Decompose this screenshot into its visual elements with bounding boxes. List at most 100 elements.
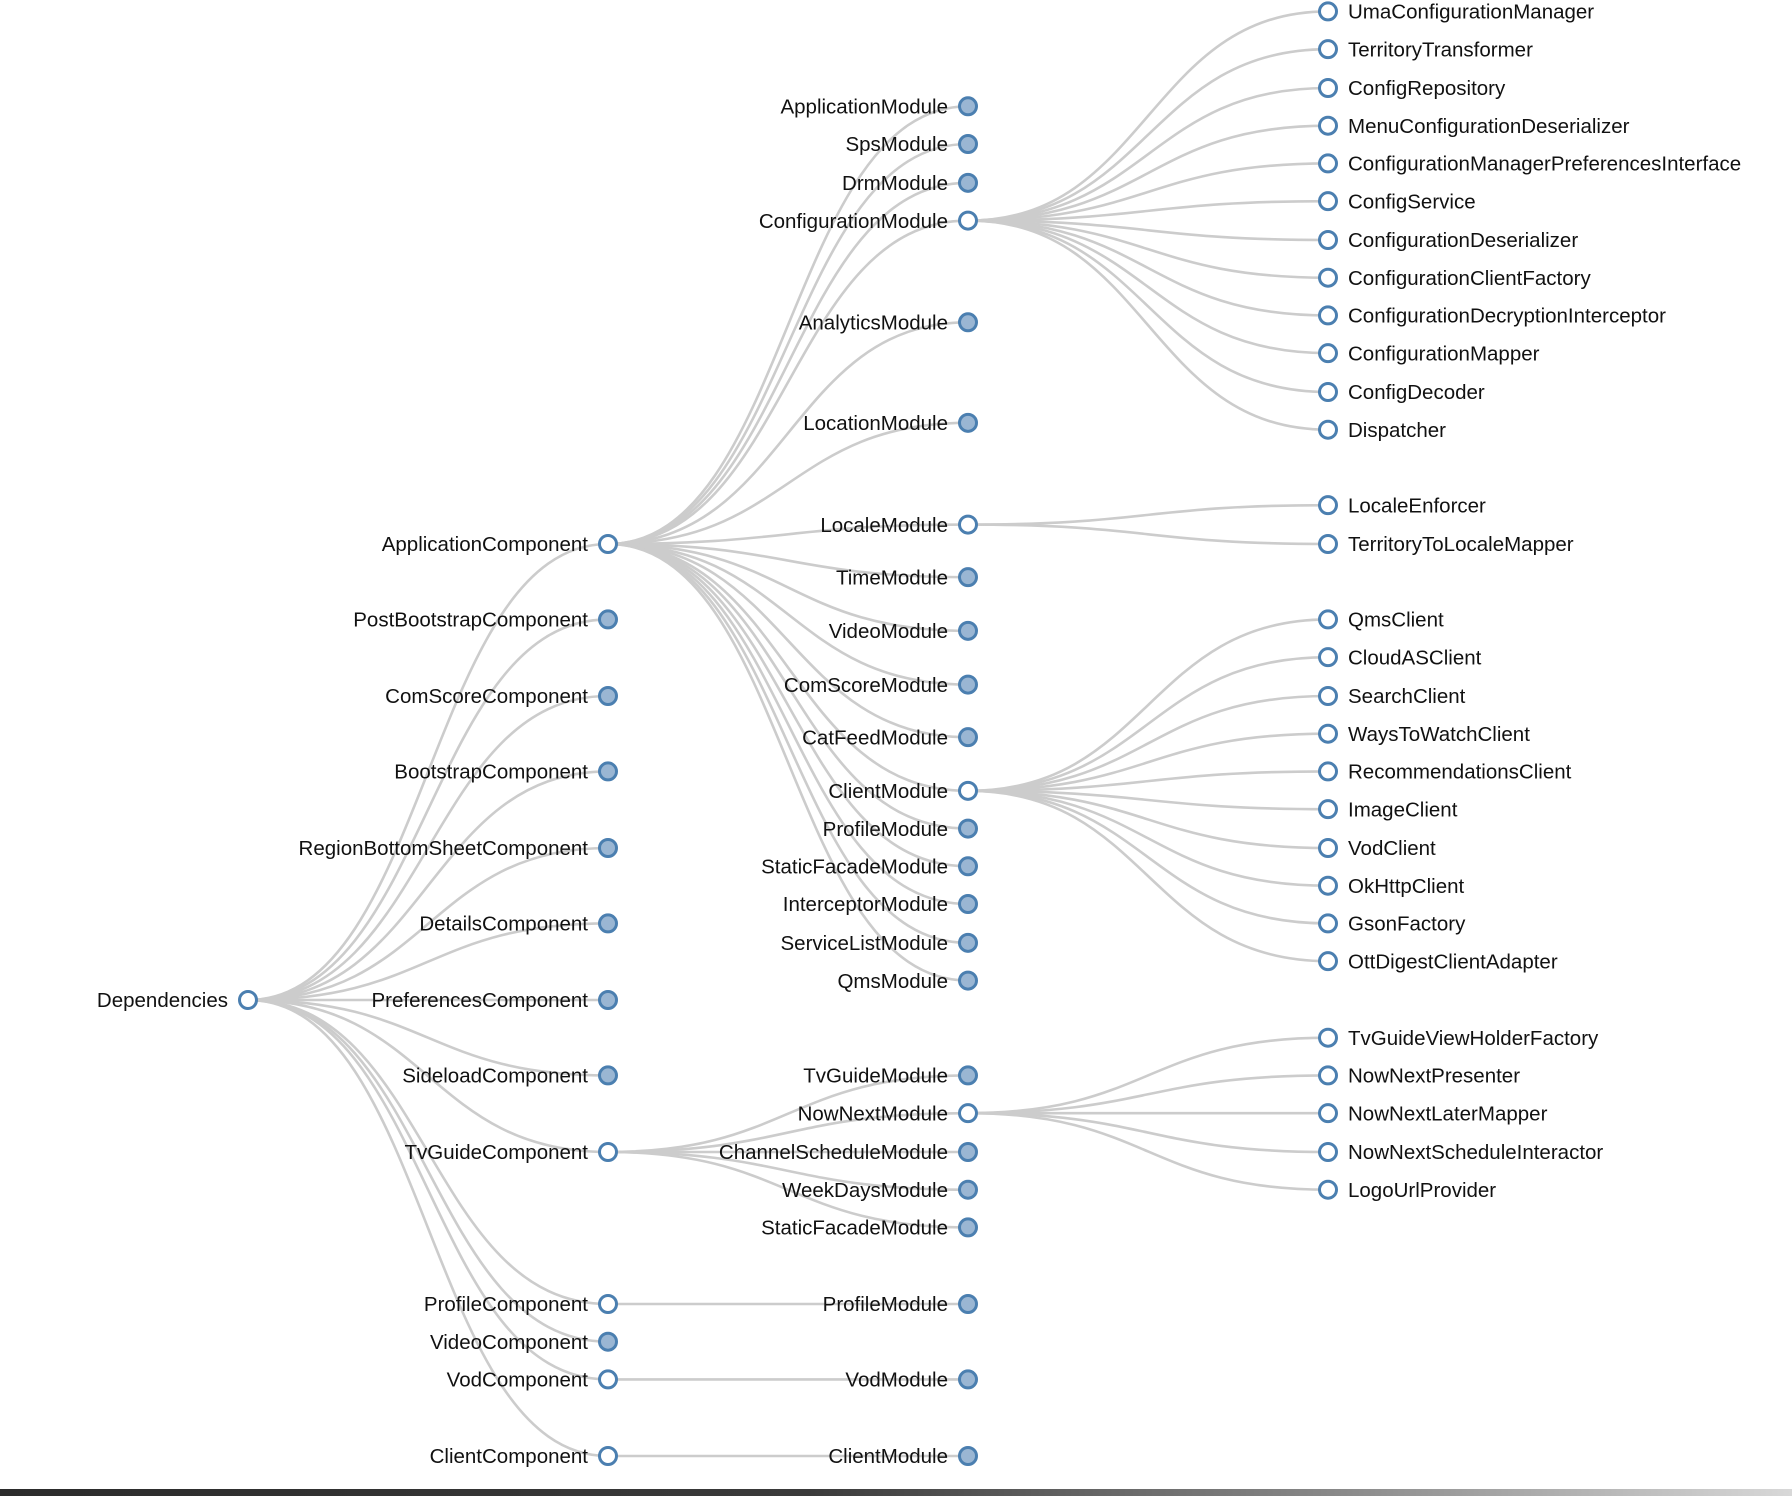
expanded-node-icon[interactable] (1318, 230, 1338, 250)
expanded-node-icon[interactable] (1318, 534, 1338, 554)
collapsed-node-icon[interactable] (958, 1142, 978, 1162)
expanded-node-icon[interactable] (238, 990, 258, 1010)
expanded-node-icon[interactable] (1318, 305, 1338, 326)
expanded-node-icon[interactable] (1318, 1065, 1338, 1086)
tree-node-uma-configuration-manager[interactable]: UmaConfigurationManager (1318, 1, 1595, 24)
collapsed-node-icon[interactable] (598, 838, 618, 858)
collapsed-node-icon[interactable] (958, 1446, 978, 1466)
tree-node-territory-to-locale-mapper[interactable]: TerritoryToLocaleMapper (1318, 533, 1574, 556)
expanded-node-icon[interactable] (958, 514, 978, 535)
collapsed-node-icon[interactable] (598, 609, 618, 630)
tree-node-channel-schedule-module[interactable]: ChannelScheduleModule (719, 1141, 978, 1164)
expanded-node-icon[interactable] (958, 1103, 978, 1124)
expanded-node-icon[interactable] (1318, 1142, 1338, 1162)
expanded-node-icon[interactable] (1318, 647, 1338, 668)
collapsed-node-icon[interactable] (958, 1065, 978, 1086)
expanded-node-icon[interactable] (1318, 913, 1338, 934)
tree-node-com-score-component[interactable]: ComScoreComponent (385, 685, 618, 708)
collapsed-node-icon[interactable] (958, 727, 978, 748)
tree-node-menu-configuration-deserializer[interactable]: MenuConfigurationDeserializer (1318, 115, 1630, 138)
collapsed-node-icon[interactable] (958, 970, 978, 991)
expanded-node-icon[interactable] (1318, 153, 1338, 174)
tree-node-ott-digest-client-adapter[interactable]: OttDigestClientAdapter (1318, 950, 1558, 973)
collapsed-node-icon[interactable] (958, 412, 978, 433)
tree-node-profile-module[interactable]: ProfileModule (823, 818, 978, 841)
expanded-node-icon[interactable] (1318, 799, 1338, 820)
collapsed-node-icon[interactable] (958, 932, 978, 953)
tree-node-week-days-module[interactable]: WeekDaysModule (782, 1179, 978, 1202)
tree-node-qms-module[interactable]: QmsModule (837, 970, 978, 993)
tree-node-now-next-presenter[interactable]: NowNextPresenter (1318, 1065, 1521, 1088)
collapsed-node-icon[interactable] (958, 172, 978, 193)
tree-node-gson-factory[interactable]: GsonFactory (1318, 913, 1467, 936)
tree-node-application-component[interactable]: ApplicationComponent (382, 533, 618, 556)
collapsed-node-icon[interactable] (958, 96, 978, 117)
expanded-node-icon[interactable] (1318, 1027, 1338, 1048)
expanded-node-icon[interactable] (1318, 609, 1338, 630)
collapsed-node-icon[interactable] (598, 1331, 618, 1352)
collapsed-node-icon[interactable] (958, 818, 978, 839)
collapsed-node-icon[interactable] (598, 761, 618, 782)
expanded-node-icon[interactable] (598, 1294, 618, 1314)
tree-node-configuration-mapper[interactable]: ConfigurationMapper (1318, 342, 1540, 365)
collapsed-node-icon[interactable] (598, 990, 618, 1010)
collapsed-node-icon[interactable] (958, 134, 978, 154)
tree-node-configuration-module[interactable]: ConfigurationModule (759, 210, 978, 233)
expanded-node-icon[interactable] (1318, 1103, 1338, 1124)
collapsed-node-icon[interactable] (958, 1217, 978, 1238)
expanded-node-icon[interactable] (958, 780, 978, 801)
expanded-node-icon[interactable] (598, 1142, 618, 1162)
expanded-node-icon[interactable] (1318, 1, 1338, 22)
tree-node-vod-component[interactable]: VodComponent (447, 1369, 618, 1392)
tree-node-static-facade-module[interactable]: StaticFacadeModule (761, 855, 978, 878)
tree-node-territory-transformer[interactable]: TerritoryTransformer (1318, 38, 1534, 61)
expanded-node-icon[interactable] (1318, 875, 1338, 896)
expanded-node-icon[interactable] (1318, 267, 1338, 288)
expanded-node-icon[interactable] (598, 534, 618, 554)
tree-node-configuration-deserializer[interactable]: ConfigurationDeserializer (1318, 229, 1579, 252)
tree-node-search-client[interactable]: SearchClient (1318, 685, 1466, 708)
tree-node-configuration-manager-preferences-interface[interactable]: ConfigurationManagerPreferencesInterface (1318, 153, 1742, 176)
tree-node-client-component[interactable]: ClientComponent (430, 1445, 618, 1468)
expanded-node-icon[interactable] (598, 1446, 618, 1466)
expanded-node-icon[interactable] (1318, 761, 1338, 782)
expanded-node-icon[interactable] (1318, 115, 1338, 136)
tree-node-dependencies[interactable]: Dependencies (97, 989, 258, 1012)
expanded-node-icon[interactable] (1318, 343, 1338, 364)
tree-node-config-repository[interactable]: ConfigRepository (1318, 77, 1506, 100)
collapsed-node-icon[interactable] (958, 856, 978, 877)
collapsed-node-icon[interactable] (958, 1179, 978, 1200)
expanded-node-icon[interactable] (598, 1369, 618, 1390)
expanded-node-icon[interactable] (1318, 382, 1338, 402)
expanded-node-icon[interactable] (1318, 686, 1338, 706)
tree-node-preferences-component[interactable]: PreferencesComponent (371, 989, 618, 1012)
tree-node-locale-enforcer[interactable]: LocaleEnforcer (1318, 494, 1487, 517)
collapsed-node-icon[interactable] (958, 1294, 978, 1314)
tree-node-dispatcher[interactable]: Dispatcher (1318, 419, 1447, 442)
tree-node-logo-url-provider[interactable]: LogoUrlProvider (1318, 1179, 1497, 1202)
tree-node-now-next-schedule-interactor[interactable]: NowNextScheduleInteractor (1318, 1141, 1604, 1164)
tree-node-now-next-later-mapper[interactable]: NowNextLaterMapper (1318, 1102, 1548, 1125)
tree-node-config-decoder[interactable]: ConfigDecoder (1318, 381, 1485, 404)
expanded-node-icon[interactable] (1318, 838, 1338, 858)
tree-node-image-client[interactable]: ImageClient (1318, 798, 1458, 821)
tree-node-details-component[interactable]: DetailsComponent (419, 913, 618, 936)
tree-node-cat-feed-module[interactable]: CatFeedModule (802, 726, 978, 749)
tree-node-service-list-module[interactable]: ServiceListModule (781, 932, 978, 955)
expanded-node-icon[interactable] (1318, 419, 1338, 440)
tree-node-cloud-as-client[interactable]: CloudASClient (1318, 646, 1482, 669)
tree-node-qms-client[interactable]: QmsClient (1318, 609, 1444, 632)
collapsed-node-icon[interactable] (958, 674, 978, 695)
expanded-node-icon[interactable] (1318, 191, 1338, 212)
collapsed-node-icon[interactable] (958, 1369, 978, 1390)
tree-node-com-score-module[interactable]: ComScoreModule (784, 674, 978, 697)
tree-node-interceptor-module[interactable]: InterceptorModule (783, 893, 978, 916)
expanded-node-icon[interactable] (1318, 78, 1338, 98)
tree-node-tv-guide-component[interactable]: TvGuideComponent (405, 1141, 618, 1164)
collapsed-node-icon[interactable] (598, 686, 618, 706)
expanded-node-icon[interactable] (1318, 39, 1338, 60)
tree-node-post-bootstrap-component[interactable]: PostBootstrapComponent (353, 609, 618, 632)
collapsed-node-icon[interactable] (958, 894, 978, 914)
tree-node-vod-client[interactable]: VodClient (1318, 837, 1437, 860)
expanded-node-icon[interactable] (1318, 951, 1338, 972)
